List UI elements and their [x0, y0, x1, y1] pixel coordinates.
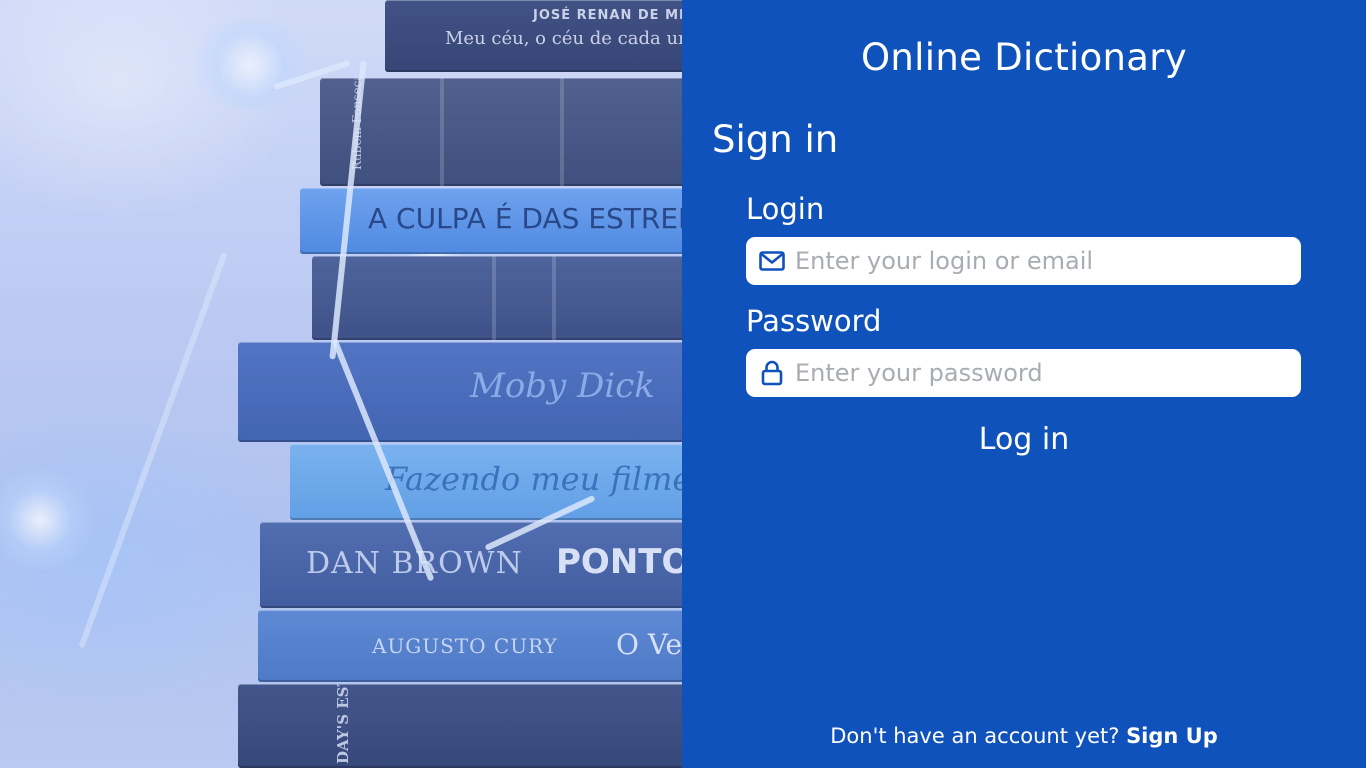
- lock-icon: [759, 360, 785, 386]
- form-heading: Sign in: [712, 118, 839, 161]
- signup-link[interactable]: Sign Up: [1126, 724, 1218, 748]
- login-field[interactable]: [746, 237, 1301, 285]
- signup-prompt: Don't have an account yet? Sign Up: [682, 724, 1366, 748]
- sign-in-panel: Online Dictionary Sign in Login Password…: [682, 0, 1366, 768]
- password-field[interactable]: [746, 349, 1301, 397]
- password-input[interactable]: [795, 349, 1301, 397]
- hero-image: JOSÉ RENAN DE ME Meu céu, o céu de cada …: [0, 0, 682, 768]
- signup-prompt-text: Don't have an account yet?: [830, 724, 1120, 748]
- password-label: Password: [746, 304, 882, 338]
- login-button[interactable]: Log in: [682, 422, 1366, 457]
- mail-icon: [759, 248, 785, 274]
- login-label: Login: [746, 192, 825, 226]
- login-input[interactable]: [795, 237, 1301, 285]
- app-title: Online Dictionary: [861, 36, 1187, 79]
